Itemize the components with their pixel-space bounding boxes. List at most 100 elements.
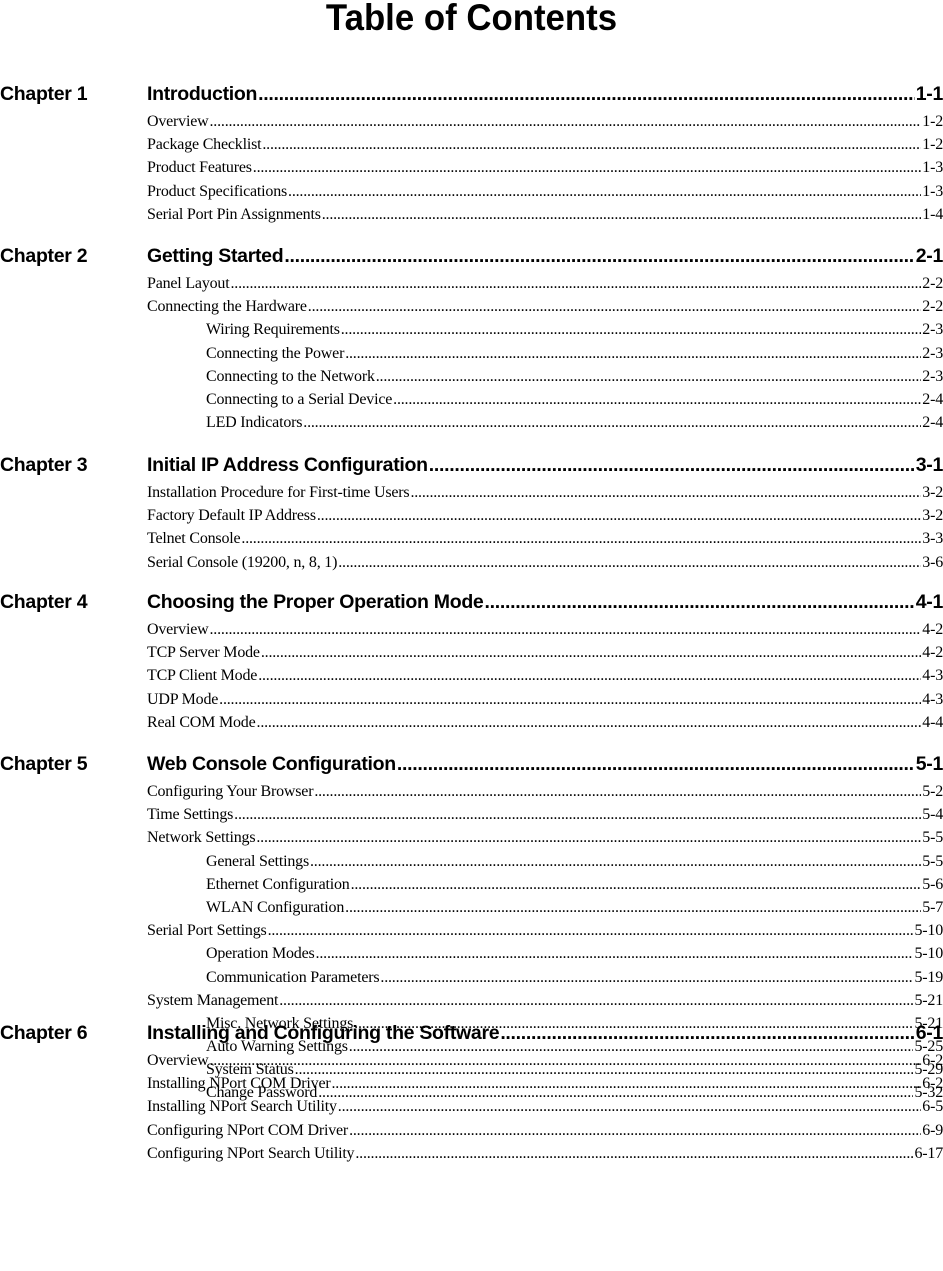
- toc-section-entry[interactable]: Serial Port Settings 5-10: [147, 919, 943, 942]
- toc-subsection-entry[interactable]: Connecting to the Network 2-3: [206, 365, 943, 388]
- chapter-section: Chapter 1Introduction1-1Overview1-2Packa…: [0, 80, 943, 226]
- chapter-heading[interactable]: Chapter 5 Web Console Configuration 5-1: [0, 750, 943, 780]
- entry-title: Product Specifications: [147, 182, 288, 200]
- toc-section-entry[interactable]: Configuring Your Browser 5-2: [147, 780, 943, 803]
- dot-leader: [345, 342, 921, 365]
- chapter-heading[interactable]: Chapter 2 Getting Started 2-1: [0, 242, 943, 272]
- toc-subsection-entry[interactable]: Operation Modes 5-10: [206, 942, 943, 965]
- toc-section-entry[interactable]: TCP Server Mode 4-2: [147, 641, 943, 664]
- toc-subsection-entry[interactable]: WLAN Configuration 5-7: [206, 896, 943, 919]
- toc-section-entry[interactable]: Network Settings 5-5: [147, 826, 943, 849]
- toc-section-entry[interactable]: Installing NPort Search Utility 6-5: [147, 1095, 943, 1118]
- chapter-title-line[interactable]: Installing and Configuring the Software 6…: [147, 1019, 943, 1047]
- chapter-section: Chapter 2 Getting Started 2-1 Panel Layout 2…: [0, 242, 943, 434]
- entry-title: Installing NPort COM Driver: [147, 1075, 331, 1093]
- entry-title: Ethernet Configuration: [206, 875, 350, 893]
- dot-leader: [338, 1095, 921, 1118]
- toc-subsection-entry[interactable]: Ethernet Configuration 5-6: [206, 873, 943, 896]
- toc-section-entry[interactable]: Serial Port Pin Assignments 1-4: [147, 203, 943, 226]
- toc-subsection-entry[interactable]: Connecting the Power 2-3: [206, 342, 943, 365]
- dot-leader: [314, 780, 921, 803]
- toc-subsection-entry[interactable]: Connecting to a Serial Device 2-4: [206, 388, 943, 411]
- chapter-heading[interactable]: Chapter 6 Installing and Configuring the …: [0, 1019, 943, 1049]
- toc-section-entry[interactable]: Panel Layout 2-2: [147, 272, 943, 295]
- toc-section-entry[interactable]: Configuring NPort Search Utility 6-17: [147, 1142, 943, 1165]
- entry-title: Serial Console (19200, n, 8, 1): [147, 553, 338, 571]
- toc-subsection-entry[interactable]: General Settings 5-5: [206, 850, 943, 873]
- chapter-heading[interactable]: Chapter 3 Initial IP Address Configuratio…: [0, 451, 943, 481]
- entry-page-number: 5-4: [922, 806, 943, 824]
- chapter-title-line[interactable]: Initial IP Address Configuration 3-1: [147, 451, 943, 479]
- entry-title: Telnet Console: [147, 530, 241, 548]
- chapter-label: Chapter 5: [0, 753, 88, 775]
- dot-leader: [268, 919, 914, 942]
- entry-page-number: 1-3: [922, 159, 943, 177]
- dot-leader: [230, 272, 921, 295]
- dot-leader: [484, 588, 914, 616]
- toc-section-entry[interactable]: Overview 1-2: [147, 110, 943, 133]
- toc-section-entry[interactable]: Installation Procedure for First-time Us…: [147, 481, 943, 504]
- toc-section-entry[interactable]: Installing NPort COM Driver 6-2: [147, 1072, 943, 1095]
- chapter-heading[interactable]: Chapter 1 Introduction 1-1: [0, 80, 943, 110]
- toc-subsection-entry[interactable]: Communication Parameters 5-19: [206, 966, 943, 989]
- entry-page-number: 4-3: [922, 690, 943, 708]
- toc-section-entry[interactable]: Time Settings 5-4: [147, 803, 943, 826]
- toc-subsection-entry[interactable]: LED Indicators 2-4: [206, 411, 943, 434]
- toc-subsection-entry[interactable]: Wiring Requirements 2-3: [206, 318, 943, 341]
- entry-title: Network Settings: [147, 829, 256, 847]
- chapter-section: Chapter 3 Initial IP Address Configuratio…: [0, 451, 943, 574]
- toc-section-entry[interactable]: Serial Console (19200, n, 8, 1) 3-6: [147, 551, 943, 574]
- entry-title: Connecting the Power: [206, 344, 345, 362]
- entry-page-number: 5-6: [922, 875, 943, 893]
- dot-leader: [310, 850, 921, 873]
- entry-page-number: 1-3: [922, 182, 943, 200]
- toc-section-entry[interactable]: Package Checklist 1-2: [147, 133, 943, 156]
- chapter-title-line[interactable]: Getting Started 2-1: [147, 242, 943, 270]
- dot-leader: [500, 1019, 914, 1047]
- toc-section-entry[interactable]: UDP Mode 4-3: [147, 688, 943, 711]
- dot-leader: [355, 1142, 913, 1165]
- entry-title: Communication Parameters: [206, 968, 380, 986]
- toc-section-entry[interactable]: Real COM Mode 4-4: [147, 711, 943, 734]
- chapter-page-number: 2-1: [915, 245, 943, 267]
- chapter-heading[interactable]: Chapter 4 Choosing the Proper Operation M…: [0, 588, 943, 618]
- chapter-label: Chapter 3: [0, 454, 88, 476]
- chapter-section: Chapter 4 Choosing the Proper Operation M…: [0, 588, 943, 734]
- entry-title: Real COM Mode: [147, 713, 256, 731]
- dot-leader: [397, 750, 915, 778]
- entry-page-number: 1-2: [922, 136, 943, 154]
- entry-title: Serial Port Settings: [147, 922, 267, 940]
- toc-section-entry[interactable]: Overview 6-2: [147, 1049, 943, 1072]
- entry-title: Wiring Requirements: [206, 321, 340, 339]
- toc-section-entry[interactable]: Connecting the Hardware 2-2: [147, 295, 943, 318]
- toc-section-entry[interactable]: TCP Client Mode 4-3: [147, 664, 943, 687]
- chapter-title-line[interactable]: Choosing the Proper Operation Mode 4-1: [147, 588, 943, 616]
- dot-leader: [376, 365, 922, 388]
- entry-page-number: 3-2: [922, 507, 943, 525]
- toc-section-entry[interactable]: Telnet Console 3-3: [147, 527, 943, 550]
- entry-page-number: 5-7: [922, 898, 943, 916]
- dot-leader: [258, 80, 915, 108]
- chapter-title-line[interactable]: Web Console Configuration 5-1: [147, 750, 943, 778]
- dot-leader: [258, 664, 921, 687]
- entry-page-number: 6-2: [922, 1075, 943, 1093]
- toc-section-entry[interactable]: System Management 5-21: [147, 989, 943, 1012]
- toc-section-entry[interactable]: Configuring NPort COM Driver 6-9: [147, 1119, 943, 1142]
- dot-leader: [303, 411, 921, 434]
- entry-page-number: 2-2: [922, 298, 943, 316]
- chapter-title-line[interactable]: Introduction 1-1: [147, 80, 943, 108]
- entry-page-number: 2-3: [922, 344, 943, 362]
- dot-leader: [351, 873, 922, 896]
- dot-leader: [210, 1049, 922, 1072]
- dot-leader: [393, 388, 921, 411]
- toc-section-entry[interactable]: Product Specifications 1-3: [147, 180, 943, 203]
- entry-page-number: 3-2: [922, 484, 943, 501]
- entry-title: Overview: [147, 1052, 209, 1069]
- toc-section-entry[interactable]: Factory Default IP Address 3-2: [147, 504, 943, 527]
- entry-page-number: 2-2: [922, 275, 943, 292]
- toc-section-entry[interactable]: Product Features 1-3: [147, 156, 943, 179]
- dot-leader: [308, 295, 921, 318]
- entry-page-number: 3-6: [922, 553, 943, 571]
- chapter-title: Initial IP Address Configuration: [147, 454, 428, 476]
- toc-section-entry[interactable]: Overview 4-2: [147, 618, 943, 641]
